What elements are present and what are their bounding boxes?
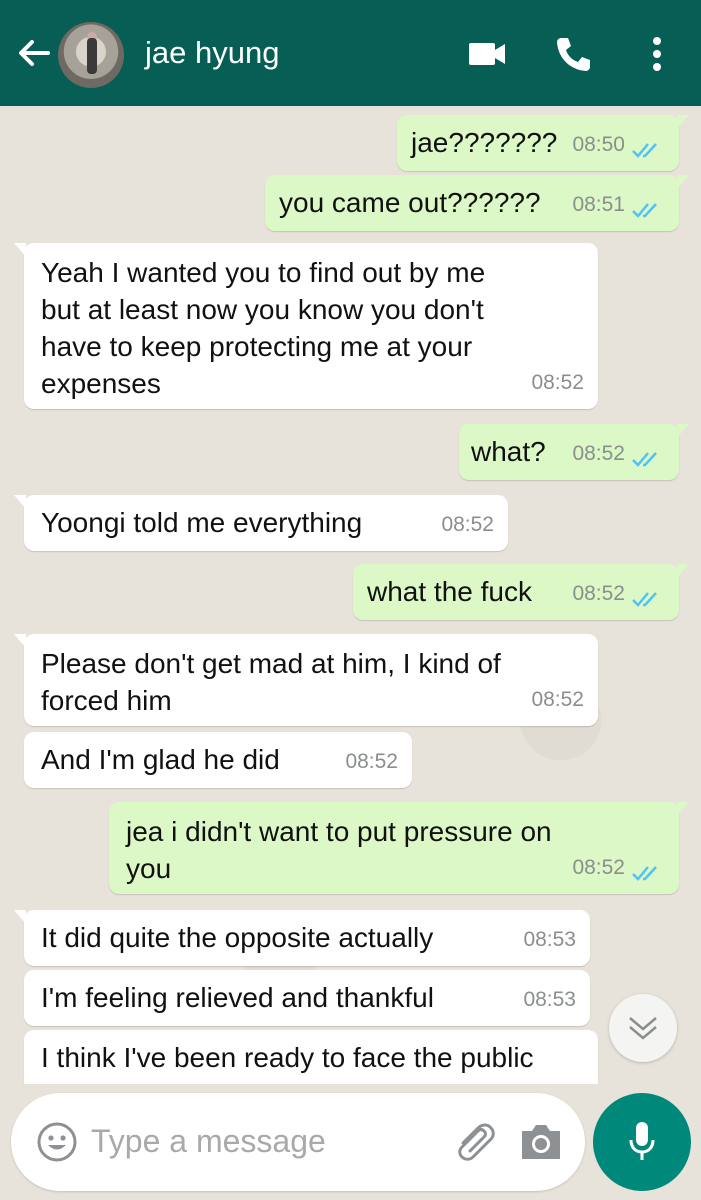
more-options-icon[interactable] (645, 35, 669, 73)
message-bubble-outgoing[interactable]: jae??????? 08:50 (397, 115, 689, 171)
message-composer: Type a message (11, 1093, 585, 1191)
message-time: 08:51 (572, 193, 625, 216)
message-bubble-outgoing[interactable]: what the fuck 08:52 (353, 564, 689, 620)
message-bubble-incoming[interactable]: I think I've been ready to face the publ… (24, 1030, 598, 1084)
message-time: 08:53 (523, 988, 576, 1011)
scroll-to-bottom-button[interactable] (609, 994, 677, 1062)
attach-icon[interactable] (451, 1119, 497, 1165)
message-bubble-outgoing[interactable]: jea i didn't want to put pressure on you… (109, 802, 689, 894)
message-time: 08:52 (531, 688, 584, 711)
message-bubble-incoming[interactable]: I'm feeling relieved and thankful 08:53 (24, 970, 590, 1026)
message-time: 08:50 (572, 133, 625, 156)
message-time: 08:53 (523, 928, 576, 951)
video-call-icon[interactable] (467, 35, 507, 73)
message-time: 08:52 (531, 371, 584, 394)
message-text: Please don't get mad at him, I kind of f… (41, 648, 501, 716)
message-time: 08:52 (572, 582, 625, 605)
voice-call-icon[interactable] (553, 35, 593, 73)
contact-name[interactable]: jae hyung (145, 35, 279, 71)
read-ticks-icon (632, 143, 657, 158)
message-text: jea i didn't want to put pressure on you (126, 816, 552, 884)
message-time: 08:52 (441, 513, 494, 536)
camera-icon[interactable] (518, 1121, 564, 1163)
back-arrow-icon[interactable] (14, 33, 54, 73)
read-ticks-icon (632, 866, 657, 881)
message-text: Yoongi told me everything (41, 507, 363, 538)
read-ticks-icon (632, 452, 657, 467)
read-ticks-icon (632, 592, 657, 607)
voice-record-button[interactable] (593, 1093, 691, 1191)
double-chevron-down-icon (629, 1017, 657, 1040)
message-bubble-outgoing[interactable]: you came out?????? 08:51 (265, 175, 689, 231)
emoji-icon[interactable] (36, 1121, 78, 1163)
message-text: And I'm glad he did (41, 744, 280, 775)
message-bubble-incoming[interactable]: Yeah I wanted you to find out by me but … (14, 243, 598, 409)
message-time: 08:52 (572, 442, 625, 465)
message-text: It did quite the opposite actually (41, 922, 434, 953)
message-time: 08:52 (345, 750, 398, 773)
message-text: I'm feeling relieved and thankful (41, 982, 434, 1013)
message-text: you came out?????? (279, 187, 541, 218)
message-list[interactable]: jae??????? 08:50 you came out?????? 08:5… (0, 106, 701, 1084)
message-text: Yeah I wanted you to find out by me but … (41, 257, 486, 399)
message-input[interactable]: Type a message (91, 1123, 326, 1160)
message-text: what? (471, 436, 546, 467)
read-ticks-icon (632, 203, 657, 218)
message-bubble-incoming[interactable]: Yoongi told me everything 08:52 (14, 495, 508, 551)
message-time: 08:52 (572, 856, 625, 879)
message-text: I think I've been ready to face the publ… (41, 1042, 534, 1073)
message-bubble-incoming[interactable]: Please don't get mad at him, I kind of f… (14, 634, 598, 726)
chat-header: jae hyung (0, 0, 701, 106)
message-text: what the fuck (367, 576, 532, 607)
message-bubble-incoming[interactable]: And I'm glad he did 08:52 (24, 732, 412, 788)
message-text: jae??????? (411, 127, 558, 158)
message-bubble-incoming[interactable]: It did quite the opposite actually 08:53 (14, 910, 590, 966)
contact-avatar[interactable] (58, 22, 124, 88)
message-bubble-outgoing[interactable]: what? 08:52 (459, 424, 689, 480)
mic-icon (629, 1122, 655, 1160)
